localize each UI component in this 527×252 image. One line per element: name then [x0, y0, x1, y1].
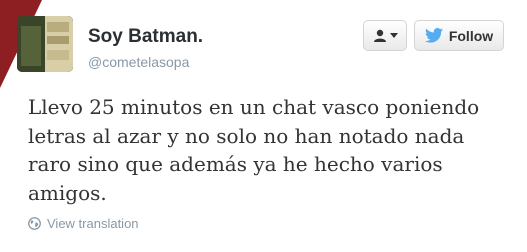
caret-down-icon: [389, 33, 398, 38]
globe-icon: [28, 217, 41, 230]
author-name[interactable]: Soy Batman.: [88, 26, 203, 48]
user-dropdown-button[interactable]: [363, 20, 407, 51]
view-translation-label: View translation: [47, 216, 139, 231]
follow-button[interactable]: Follow: [414, 20, 504, 51]
follow-label: Follow: [448, 27, 494, 44]
avatar[interactable]: [17, 16, 73, 72]
tweet-text: Llevo 25 minutos en un chat vasco ponien…: [28, 95, 480, 205]
screen-name[interactable]: @cometelasopa: [88, 54, 189, 70]
user-icon: [373, 29, 386, 42]
view-translation-link[interactable]: View translation: [28, 216, 139, 231]
twitter-bird-icon: [424, 28, 443, 43]
